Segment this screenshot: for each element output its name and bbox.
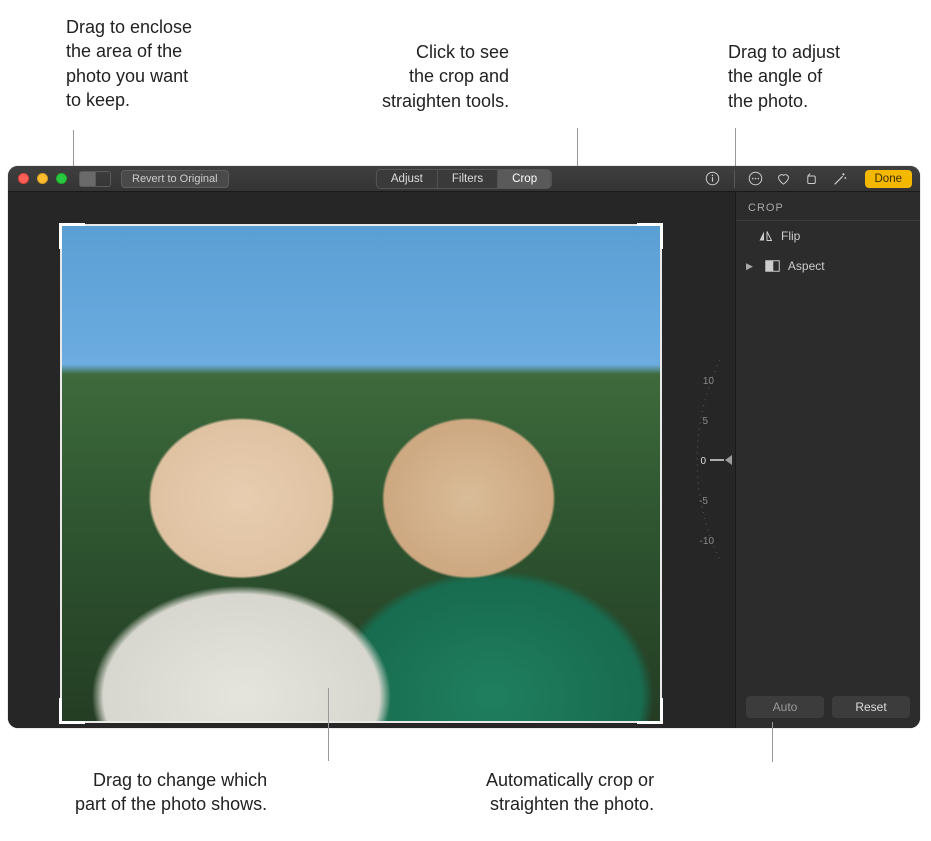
leader-line <box>772 722 773 762</box>
magic-icon[interactable] <box>831 170 849 188</box>
crop-handle-br[interactable] <box>637 698 663 724</box>
crop-edge-right[interactable] <box>660 226 662 721</box>
sidebar-title: CROP <box>736 192 920 221</box>
fullscreen-button[interactable] <box>56 173 67 184</box>
window-controls <box>8 173 67 184</box>
sidebar-item-aspect[interactable]: ▶ Aspect <box>736 251 920 281</box>
disclosure-triangle-icon: ▶ <box>746 261 753 272</box>
straighten-dial[interactable]: 10 5 0 -5 -10 <box>680 350 730 570</box>
dial-tick: -5 <box>699 496 708 507</box>
tab-adjust[interactable]: Adjust <box>377 170 438 188</box>
app-window: Revert to Original Adjust Filters Crop <box>8 166 920 728</box>
sidebar-footer: Auto Reset <box>736 686 920 728</box>
divider <box>734 170 735 188</box>
sidebar-item-label: Aspect <box>788 259 825 273</box>
flip-icon <box>758 230 773 242</box>
more-icon[interactable] <box>747 170 765 188</box>
crop-handle-bl[interactable] <box>59 698 85 724</box>
dial-tick: -10 <box>700 536 715 547</box>
minimize-button[interactable] <box>37 173 48 184</box>
callout-auto-crop: Automatically crop or straighten the pho… <box>486 768 654 817</box>
close-button[interactable] <box>18 173 29 184</box>
crop-edge-bottom[interactable] <box>62 721 660 723</box>
info-icon[interactable] <box>704 170 722 188</box>
reset-button[interactable]: Reset <box>832 696 910 718</box>
favorite-icon[interactable] <box>775 170 793 188</box>
done-button[interactable]: Done <box>865 170 913 188</box>
revert-button[interactable]: Revert to Original <box>121 170 229 188</box>
crop-frame[interactable] <box>62 226 660 721</box>
revert-label: Revert to Original <box>132 173 218 185</box>
right-toolbar: Done <box>704 170 913 188</box>
callout-photo-drag: Drag to change which part of the photo s… <box>75 768 267 817</box>
sidebar-item-flip[interactable]: Flip <box>736 221 920 251</box>
sidebar-item-label: Flip <box>781 229 800 243</box>
crop-handle-tl[interactable] <box>59 223 85 249</box>
crop-sidebar: CROP Flip ▶ Aspect Auto Reset <box>735 192 920 728</box>
dial-tick: 10 <box>703 376 715 387</box>
done-label: Done <box>875 173 903 185</box>
crop-handle-tr[interactable] <box>637 223 663 249</box>
photo[interactable] <box>62 226 660 721</box>
aspect-icon <box>765 260 780 272</box>
leader-line <box>328 688 329 761</box>
edit-mode-segment: Adjust Filters Crop <box>376 169 552 189</box>
callout-crop-tools: Click to see the crop and straighten too… <box>382 40 509 113</box>
dial-tick: 5 <box>702 416 708 427</box>
photo-canvas-area: 10 5 0 -5 -10 <box>8 192 735 728</box>
titlebar: Revert to Original Adjust Filters Crop <box>8 166 920 192</box>
dial-pointer-icon[interactable] <box>725 455 732 465</box>
rotate-icon[interactable] <box>803 170 821 188</box>
tab-crop[interactable]: Crop <box>498 170 551 188</box>
callout-crop-drag: Drag to enclose the area of the photo yo… <box>66 15 192 112</box>
tab-filters[interactable]: Filters <box>438 170 498 188</box>
dial-tick: 0 <box>700 456 706 467</box>
crop-edge-top[interactable] <box>62 224 660 226</box>
view-toggle[interactable] <box>79 171 111 187</box>
callout-angle-drag: Drag to adjust the angle of the photo. <box>728 40 840 113</box>
auto-button[interactable]: Auto <box>746 696 824 718</box>
crop-edge-left[interactable] <box>60 226 62 721</box>
